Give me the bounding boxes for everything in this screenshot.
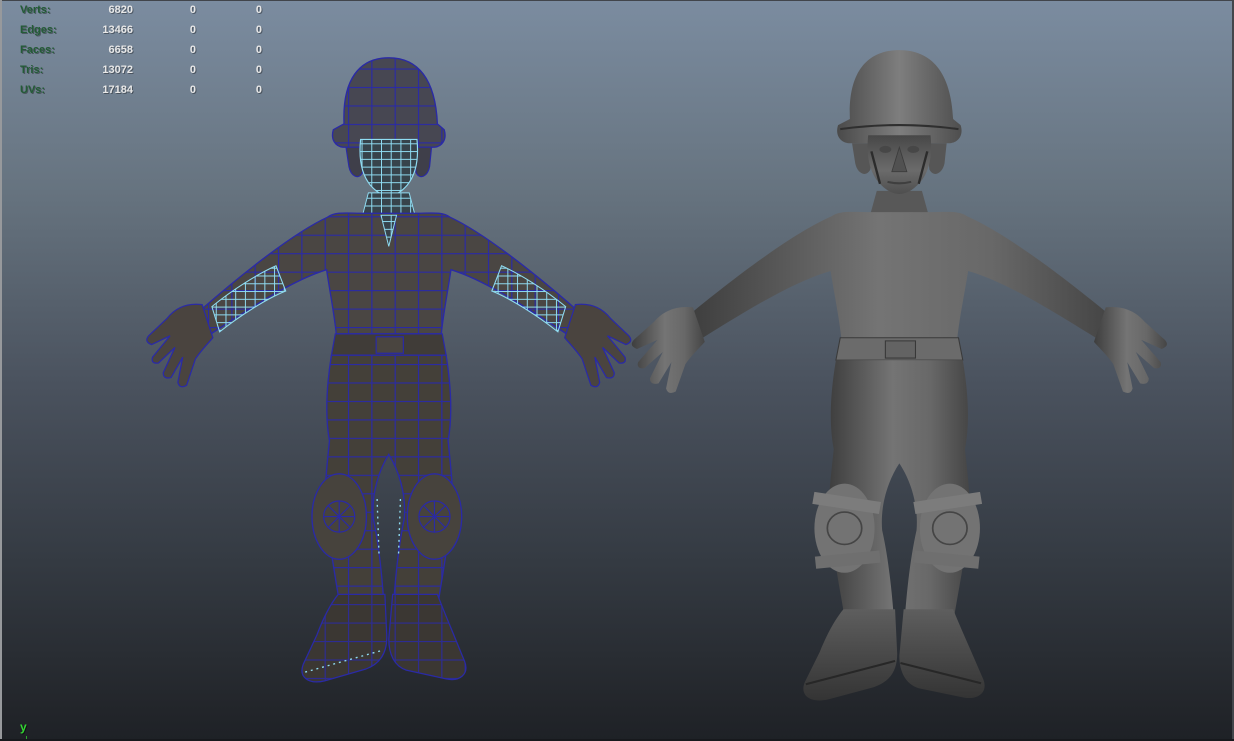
hud-value: 13072 [57,63,133,77]
shaded-belt-buckle [885,341,915,358]
hud-label: UVs: [20,83,45,97]
hud-value: 0 [136,63,196,77]
hud-label: Verts: [20,3,51,17]
shaded-hand-right [1094,307,1167,393]
hud-label: Tris: [20,63,43,77]
soldier-model-wireframe[interactable] [147,58,631,682]
hud-value: 0 [136,23,196,37]
eye-left [879,146,891,153]
hud-value: 17184 [57,83,133,97]
wire-boot-left-mesh [302,594,387,682]
hud-row: Faces: 6658 0 0 [2,41,292,61]
soldier-model-shaded[interactable] [632,50,1167,700]
hud-value: 0 [136,83,196,97]
hud-value: 13466 [57,23,133,37]
wire-face-mesh [360,139,418,195]
shaded-hand-left [632,307,705,393]
hud-value: 6658 [57,43,133,57]
viewport-border-top [0,0,1234,1]
wire-hand-left [147,304,213,386]
hud-label: Faces: [20,43,55,57]
wire-neck-mesh [363,193,415,215]
hud-value: 0 [202,23,262,37]
viewport-border-left [0,0,2,741]
axis-gizmo: y [16,720,40,741]
hud-row: Verts: 6820 0 0 [2,1,292,21]
hud-row: UVs: 17184 0 0 [2,81,292,101]
hud-value: 0 [202,3,262,17]
hud-value: 0 [136,43,196,57]
shaded-torso [691,212,1108,340]
shaded-helmet [837,50,961,143]
hud-value: 0 [202,83,262,97]
hud-value: 0 [136,3,196,17]
scene-3d [0,0,1234,741]
wire-boot-right-mesh [389,594,466,679]
hud-label: Edges: [20,23,57,37]
hud-value: 0 [202,43,262,57]
wire-hand-right [565,304,631,386]
shaded-boot-left [803,609,897,700]
axis-y-label: y [20,720,27,734]
shaded-neck [870,191,928,214]
shaded-boot-right [899,609,984,698]
hud-value: 0 [202,63,262,77]
eye-right [907,146,919,153]
hud-row: Edges: 13466 0 0 [2,21,292,41]
wire-belt-buckle [376,337,403,354]
maya-viewport[interactable]: Verts: 6820 0 0 Edges: 13466 0 0 Faces: … [0,0,1234,741]
wire-helmet-mesh [333,58,446,147]
hud-row: Tris: 13072 0 0 [2,61,292,81]
heads-up-display: Verts: 6820 0 0 Edges: 13466 0 0 Faces: … [2,1,292,101]
hud-value: 6820 [57,3,133,17]
